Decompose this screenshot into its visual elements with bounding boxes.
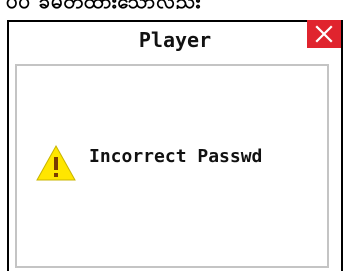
player-dialog: Player Incorrect Passwd — [7, 20, 343, 271]
screen: ပ်ပ ခ်မှတ်ထားသော်လည်း Player Incorrect P… — [0, 0, 346, 271]
dialog-title: Player — [138, 28, 212, 52]
background-text-fragment: ပ်ပ ခ်မှတ်ထားသော်လည်း — [0, 0, 346, 9]
dialog-title-bar[interactable]: Player — [9, 20, 341, 56]
warning-icon — [36, 144, 76, 181]
close-button[interactable] — [307, 20, 341, 48]
error-message: Incorrect Passwd — [89, 146, 263, 167]
close-icon — [315, 25, 333, 43]
message-panel: Incorrect Passwd — [15, 64, 329, 268]
